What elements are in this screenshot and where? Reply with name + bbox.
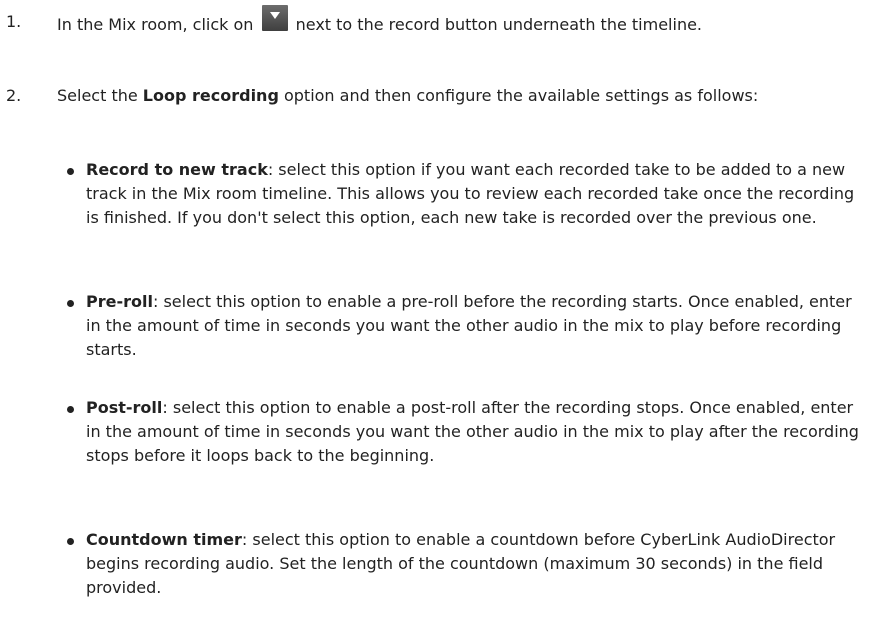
bullet-text: Pre-roll: select this option to enable a… (86, 290, 871, 362)
bullet-term: Countdown timer (86, 530, 242, 549)
step-text: In the Mix room, click on next to the re… (57, 5, 857, 37)
bullet-desc: : select this option to enable a post-ro… (86, 398, 859, 465)
dropdown-arrow-icon (261, 5, 288, 31)
bullet-term: Record to new track (86, 160, 268, 179)
step-text-after: option and then configure the available … (278, 86, 759, 105)
bullet-term: Post-roll (86, 398, 163, 417)
bullet-dot (67, 406, 74, 413)
step-text: Select the Loop recording option and the… (57, 84, 857, 108)
step-text-before: Select the (57, 86, 143, 105)
bullet-dot (67, 300, 74, 307)
bullet-dot (67, 168, 74, 175)
step-number: 2. (6, 86, 22, 105)
step-option-name: Loop recording (142, 86, 279, 105)
bullet-text: Post-roll: select this option to enable … (86, 396, 871, 468)
bullet-text: Countdown timer: select this option to e… (86, 528, 871, 600)
bullet-text: Record to new track: select this option … (86, 158, 871, 230)
step-text-before: In the Mix room, click on (57, 15, 254, 34)
bullet-desc: : select this option to enable a pre-rol… (86, 292, 852, 359)
bullet-term: Pre-roll (86, 292, 153, 311)
step-text-after: next to the record button underneath the… (295, 15, 703, 34)
step-number: 1. (6, 12, 22, 31)
bullet-dot (67, 538, 74, 545)
